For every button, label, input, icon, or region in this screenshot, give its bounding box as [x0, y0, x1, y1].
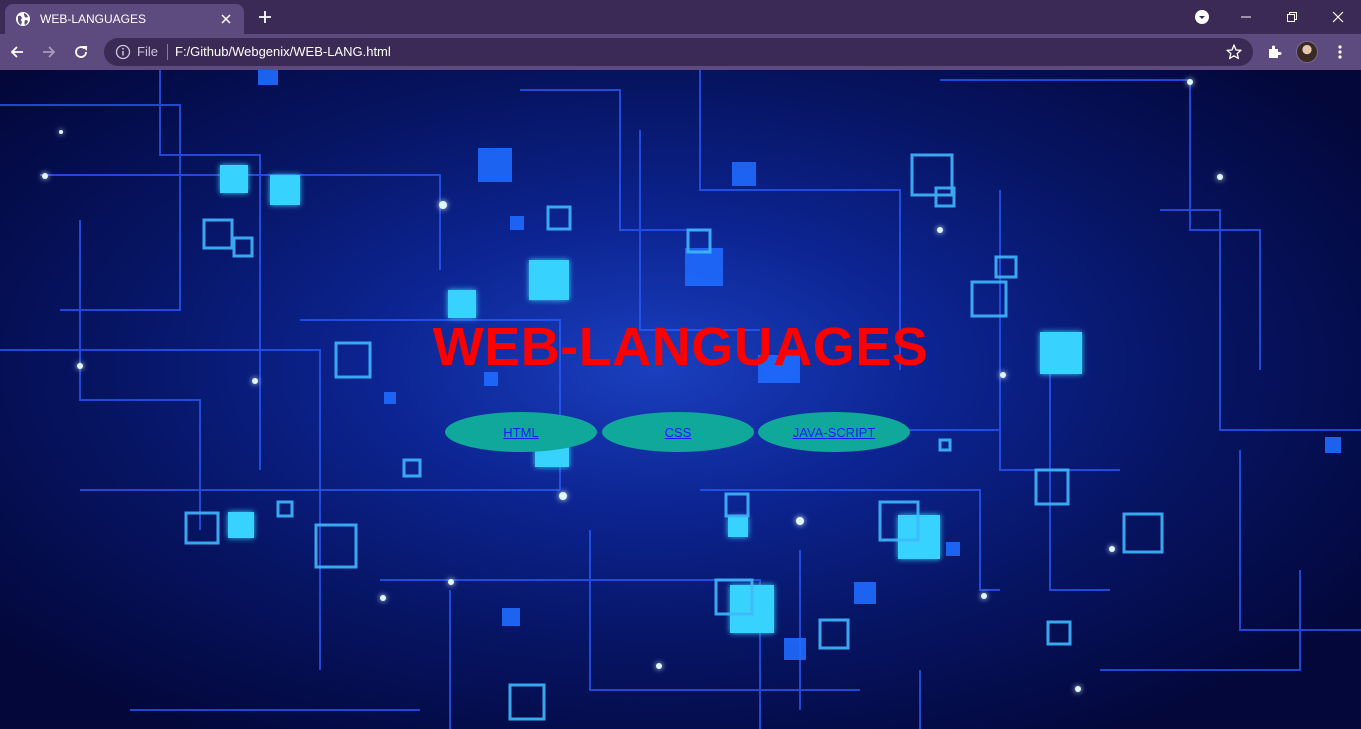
profile-avatar[interactable] — [1296, 41, 1318, 63]
restore-icon[interactable] — [1283, 8, 1301, 26]
page-viewport: WEB-LANGUAGES HTML CSS JAVA-SCRIPT — [0, 70, 1361, 729]
page-heading: WEB-LANGUAGES — [432, 317, 929, 377]
reload-icon[interactable] — [72, 43, 90, 61]
browser-tab[interactable]: WEB-LANGUAGES — [5, 4, 244, 34]
address-bar[interactable]: File F:/Github/Webgenix/WEB-LANG.html — [104, 38, 1253, 66]
css-link-button[interactable]: CSS — [602, 412, 754, 452]
url-scheme-label: File — [137, 44, 158, 59]
star-icon[interactable] — [1225, 43, 1243, 61]
javascript-link[interactable]: JAVA-SCRIPT — [793, 425, 876, 440]
extensions-icon[interactable] — [1265, 43, 1283, 61]
browser-titlebar: WEB-LANGUAGES — [0, 0, 1361, 34]
html-link[interactable]: HTML — [503, 425, 538, 440]
tab-search-icon[interactable] — [1193, 8, 1211, 26]
globe-icon — [15, 11, 31, 27]
window-close-icon[interactable] — [1329, 8, 1347, 26]
css-link[interactable]: CSS — [665, 425, 692, 440]
url-text[interactable]: F:/Github/Webgenix/WEB-LANG.html — [175, 44, 391, 59]
info-icon[interactable] — [115, 44, 131, 60]
html-link-button[interactable]: HTML — [445, 412, 597, 452]
javascript-link-button[interactable]: JAVA-SCRIPT — [758, 412, 910, 452]
tab-title: WEB-LANGUAGES — [40, 12, 147, 26]
minimize-icon[interactable] — [1237, 8, 1255, 26]
menu-icon[interactable] — [1331, 43, 1349, 61]
plus-icon[interactable] — [256, 8, 274, 26]
close-icon[interactable] — [218, 11, 234, 27]
url-divider — [167, 44, 168, 60]
forward-icon[interactable] — [40, 43, 58, 61]
back-icon[interactable] — [8, 43, 26, 61]
circuit-background-image — [0, 70, 1361, 729]
